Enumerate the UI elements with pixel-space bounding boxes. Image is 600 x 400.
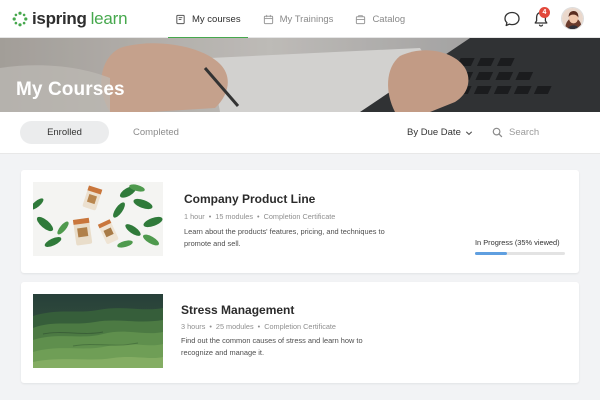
top-bar: ispring learn My courses My Trainings Ca… <box>0 0 600 39</box>
nav-tab-my-courses[interactable]: My courses <box>164 0 252 39</box>
course-description: Find out the common causes of stress and… <box>181 336 363 357</box>
course-duration: 1 hour <box>184 212 205 221</box>
course-thumbnail <box>33 182 163 256</box>
product-bottles-plant-image <box>33 182 163 256</box>
main-nav: My courses My Trainings Catalog <box>164 0 416 39</box>
book-icon <box>176 14 185 24</box>
meta-separator: • <box>209 322 212 331</box>
course-meta: 1 hour • 15 modules • Completion Certificate <box>184 212 335 221</box>
nav-tab-my-trainings[interactable]: My Trainings <box>252 0 345 38</box>
course-description: Learn about the products' features, pric… <box>184 227 385 248</box>
course-certificate: Completion Certificate <box>264 322 336 331</box>
search-box[interactable] <box>492 121 588 144</box>
green-hills-landscape-image <box>33 294 163 368</box>
course-modules: 15 modules <box>215 212 253 221</box>
course-meta: 3 hours • 25 modules • Completion Certificat… <box>181 322 336 331</box>
tab-completed[interactable]: Completed <box>118 121 194 144</box>
meta-separator: • <box>257 212 260 221</box>
meta-separator: • <box>257 322 261 331</box>
ispring-learn-logo[interactable]: ispring learn <box>12 8 128 30</box>
nav-label: My courses <box>192 13 241 25</box>
course-duration: 3 hours <box>181 322 206 331</box>
search-icon <box>492 127 503 138</box>
progress-bar <box>475 252 565 255</box>
app-window: ispring learn My courses My Trainings Ca… <box>0 0 600 400</box>
nav-label: My Trainings <box>279 13 334 25</box>
course-thumbnail <box>33 294 163 368</box>
page-title: My Courses <box>16 79 125 100</box>
nav-label: Catalog <box>372 13 406 25</box>
search-input[interactable] <box>509 127 579 138</box>
catalog-icon <box>356 14 366 24</box>
course-card-company-product-line[interactable]: Company Product Line 1 hour • 15 modules • C… <box>21 170 579 273</box>
chat-icon[interactable] <box>503 10 521 28</box>
avatar-image <box>562 8 583 29</box>
notification-badge: 4 <box>539 7 550 18</box>
progress-bar-fill <box>475 252 507 255</box>
course-card-stress-management[interactable]: Stress Management 3 hours • 25 modules • Com… <box>21 282 579 383</box>
nav-tab-catalog[interactable]: Catalog <box>344 0 416 38</box>
meta-separator: • <box>208 212 212 221</box>
course-title[interactable]: Company Product Line <box>184 192 315 206</box>
course-modules: 25 modules <box>215 322 254 331</box>
logo-mark-icon <box>12 11 28 27</box>
sort-dropdown[interactable]: By Due Date <box>407 121 473 144</box>
hero-banner: My Courses <box>0 38 600 112</box>
logo-brand-text: ispring <box>32 9 87 28</box>
user-avatar[interactable] <box>561 7 584 30</box>
course-title[interactable]: Stress Management <box>181 303 294 317</box>
course-certificate: Completion Certificate <box>263 212 336 221</box>
filter-bar: Enrolled Completed By Due Date <box>0 112 600 154</box>
logo-learn-text: learn <box>90 9 128 28</box>
progress-status: In Progress (35% viewed) <box>475 238 560 247</box>
tab-enrolled[interactable]: Enrolled <box>20 121 109 144</box>
sort-label: By Due Date <box>407 127 461 138</box>
chevron-down-icon <box>465 130 472 135</box>
calendar-icon <box>263 14 273 24</box>
